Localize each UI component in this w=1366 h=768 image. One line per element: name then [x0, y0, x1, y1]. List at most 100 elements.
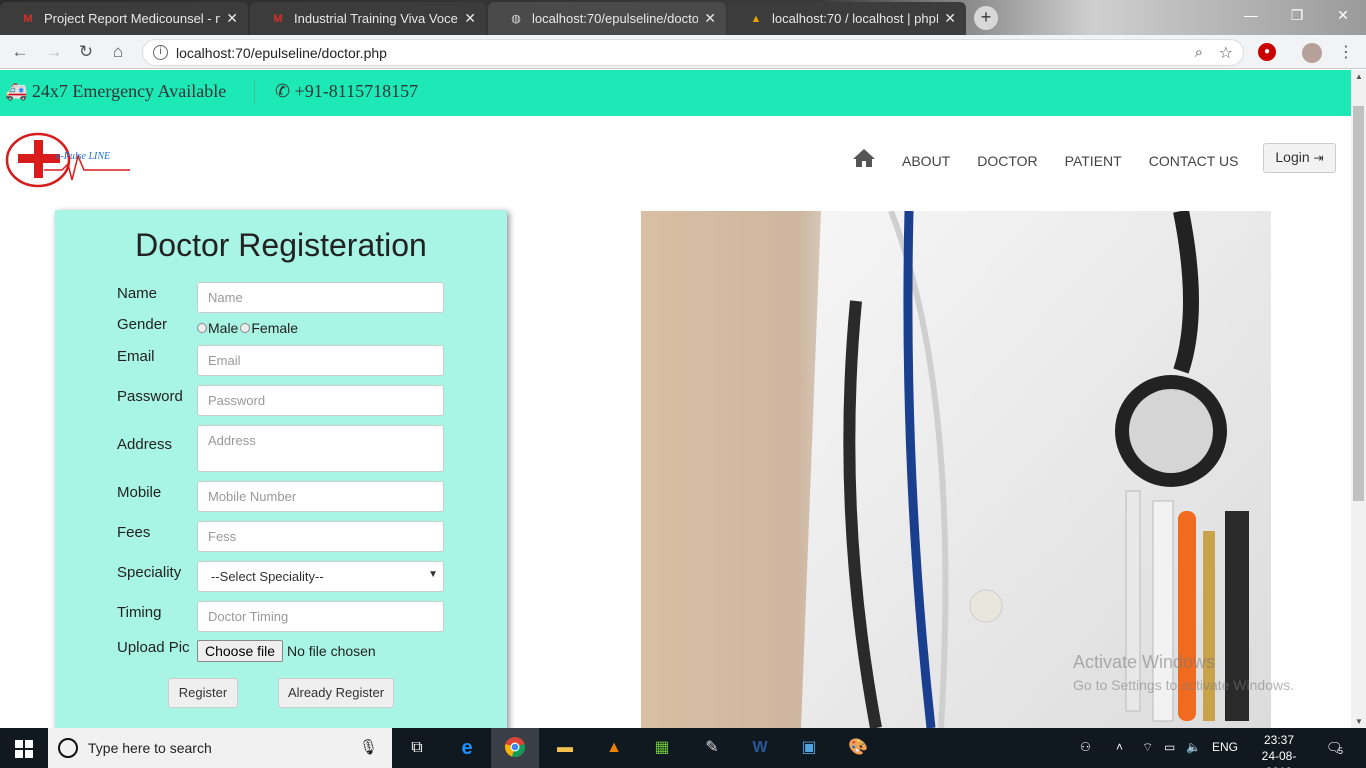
- windows-taskbar: Type here to search 🎙 ⧉ e ▬ ▲ ▦ ✎ W ▣ 🎨 …: [0, 728, 1366, 768]
- battery-icon[interactable]: ▭: [1164, 740, 1175, 754]
- windows-start-icon[interactable]: [15, 740, 33, 758]
- login-label: Login: [1275, 149, 1310, 165]
- extension-icon[interactable]: ●: [1258, 43, 1276, 61]
- choose-file-button[interactable]: Choose file: [197, 640, 283, 662]
- nav-patient[interactable]: PATIENT: [1065, 153, 1122, 169]
- language-indicator[interactable]: ENG: [1212, 740, 1238, 754]
- emergency-text: 24x7 Emergency Available: [31, 81, 227, 101]
- browser-toolbar: ← → ↻ ⌂ i localhost:70/epulseline/doctor…: [0, 35, 1366, 69]
- home-icon[interactable]: ⌂: [107, 41, 129, 63]
- chrome-icon[interactable]: [503, 736, 527, 760]
- activate-windows-subtitle: Go to Settings to activate Windows.: [1073, 677, 1294, 693]
- close-icon[interactable]: ✕: [464, 10, 476, 27]
- photos-icon[interactable]: ▣: [797, 736, 821, 760]
- bookmark-star-icon[interactable]: ☆: [1219, 43, 1233, 63]
- file-explorer-icon[interactable]: ▬: [553, 736, 577, 760]
- tab-label: localhost:70/epulseline/doctor.p: [532, 11, 699, 26]
- name-input[interactable]: Name: [197, 282, 444, 313]
- emergency-info: 🚑 24x7 Emergency Available: [5, 81, 226, 102]
- microphone-icon[interactable]: 🎙: [359, 738, 378, 756]
- address-textarea[interactable]: Address: [197, 425, 444, 472]
- info-icon[interactable]: i: [153, 45, 168, 60]
- globe-icon: ◍: [511, 13, 521, 25]
- address-bar[interactable]: i localhost:70/epulseline/doctor.php ⌕ ☆: [142, 39, 1244, 66]
- fees-label: Fees: [117, 524, 151, 541]
- speciality-select[interactable]: --Select Speciality-- ▼: [197, 561, 444, 592]
- chevron-down-icon: ▼: [428, 569, 438, 580]
- back-icon[interactable]: ←: [9, 41, 31, 63]
- word-icon[interactable]: W: [748, 736, 772, 760]
- male-label[interactable]: Male: [208, 320, 238, 336]
- close-icon[interactable]: ✕: [226, 10, 238, 27]
- paint-icon[interactable]: 🎨: [846, 736, 870, 760]
- phone-icon: ✆: [275, 81, 291, 101]
- browser-tab-phpmyadmin[interactable]: ▲ localhost:70 / localhost | phpMy/ ✕: [728, 2, 966, 35]
- email-input[interactable]: Email: [197, 345, 444, 376]
- speciality-label: Speciality: [117, 564, 182, 581]
- nav-doctor[interactable]: DOCTOR: [977, 153, 1037, 169]
- restore-button[interactable]: ❐: [1274, 0, 1320, 30]
- mobile-input[interactable]: Mobile Number: [197, 481, 444, 512]
- mobile-label: Mobile: [117, 484, 162, 501]
- divider: [254, 80, 255, 104]
- close-icon[interactable]: ✕: [944, 10, 956, 27]
- reload-icon[interactable]: ↻: [75, 41, 97, 63]
- address-label: Address: [117, 436, 173, 453]
- gmail-icon: M: [273, 12, 283, 25]
- close-window-button[interactable]: ✕: [1320, 0, 1366, 30]
- scroll-up-icon[interactable]: ▲: [1355, 72, 1363, 81]
- notification-count: 5: [1338, 746, 1344, 756]
- tab-label: localhost:70 / localhost | phpMy/: [772, 11, 938, 26]
- nav-about[interactable]: ABOUT: [902, 153, 950, 169]
- already-register-button[interactable]: Already Register: [278, 678, 394, 708]
- female-radio[interactable]: [240, 323, 251, 333]
- browser-menu-icon[interactable]: ⋮: [1338, 42, 1354, 62]
- zoom-icon[interactable]: ⌕: [1195, 44, 1203, 61]
- system-clock[interactable]: 23:37 24-08-2019: [1254, 732, 1304, 768]
- timing-input[interactable]: Doctor Timing: [197, 601, 444, 632]
- scrollbar-thumb[interactable]: [1353, 106, 1364, 501]
- speciality-selected-value: --Select Speciality--: [211, 569, 324, 584]
- browser-tab-doctor[interactable]: ◍ localhost:70/epulseline/doctor.p ✕: [488, 2, 726, 35]
- page-scrollbar[interactable]: ▲ ▼: [1351, 70, 1366, 728]
- fees-input[interactable]: Fess: [197, 521, 444, 552]
- people-icon[interactable]: ⚇: [1080, 740, 1091, 754]
- pen-tool-icon[interactable]: ✎: [700, 736, 724, 760]
- volume-icon[interactable]: 🔈: [1186, 740, 1201, 754]
- browser-tab-project-report[interactable]: M Project Report Medicounsel - nac ✕: [0, 2, 248, 35]
- logo-text: e-Pulse LINE: [56, 151, 110, 162]
- register-button[interactable]: Register: [168, 678, 238, 708]
- edge-icon[interactable]: e: [455, 736, 479, 760]
- vlc-icon[interactable]: ▲: [602, 736, 626, 760]
- timing-label: Timing: [117, 604, 162, 621]
- logo-graphic: e-Pulse LINE: [5, 132, 130, 188]
- task-view-icon[interactable]: ⧉: [405, 736, 429, 760]
- profile-avatar[interactable]: [1302, 43, 1322, 63]
- female-label[interactable]: Female: [251, 320, 298, 336]
- taskbar-search-box[interactable]: Type here to search 🎙: [48, 728, 392, 768]
- upload-pic-label: Upload Pic: [117, 639, 190, 656]
- new-tab-button[interactable]: +: [974, 6, 998, 30]
- browser-tab-viva-voce[interactable]: M Industrial Training Viva Voce - na ✕: [250, 2, 486, 35]
- password-input[interactable]: Password: [197, 385, 444, 416]
- network-icon[interactable]: ⌔: [1142, 740, 1153, 755]
- home-nav-icon[interactable]: [852, 148, 876, 174]
- close-icon[interactable]: ✕: [704, 10, 716, 27]
- form-title: Doctor Registeration: [135, 227, 427, 263]
- phone-info: ✆ +91-8115718157: [275, 81, 418, 102]
- site-logo[interactable]: e-Pulse LINE: [4, 130, 134, 192]
- chevron-up-icon[interactable]: ˄: [1116, 740, 1123, 754]
- minimize-button[interactable]: —: [1228, 0, 1274, 30]
- login-button[interactable]: Login ⇥: [1263, 143, 1336, 173]
- male-radio[interactable]: [197, 323, 207, 333]
- phone-number: +91-8115718157: [294, 81, 419, 101]
- email-label: Email: [117, 348, 155, 365]
- forward-icon[interactable]: →: [43, 41, 65, 63]
- spreadsheet-app-icon[interactable]: ▦: [650, 736, 674, 760]
- nav-contact-us[interactable]: CONTACT US: [1149, 153, 1239, 169]
- scroll-down-icon[interactable]: ▼: [1355, 717, 1363, 726]
- clock-time: 23:37: [1263, 733, 1295, 747]
- sign-in-icon: ⇥: [1313, 151, 1324, 165]
- password-label: Password: [117, 388, 183, 405]
- name-label: Name: [117, 285, 158, 302]
